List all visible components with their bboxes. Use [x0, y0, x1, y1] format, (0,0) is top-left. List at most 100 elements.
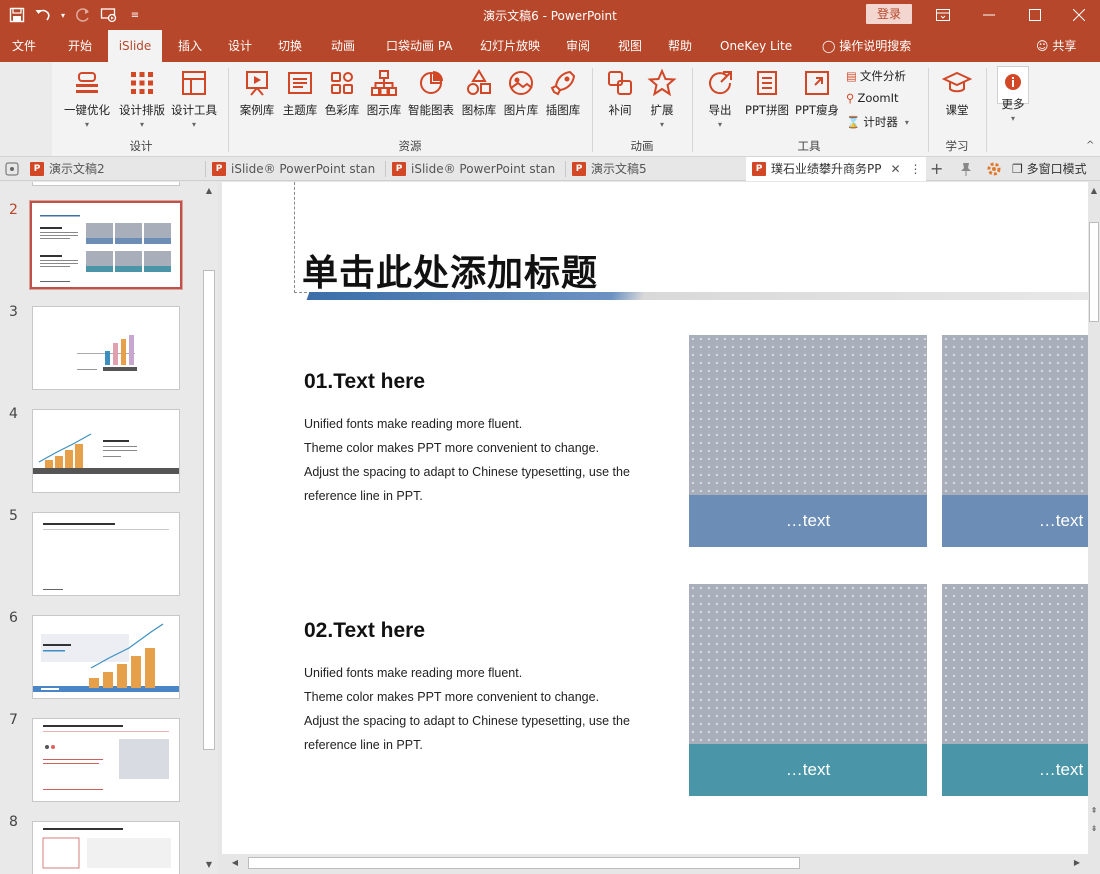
group-separator	[592, 68, 593, 152]
minimize-icon[interactable]	[966, 0, 1012, 30]
one-click-optimize-button[interactable]: 一键优化 ▾	[60, 68, 114, 129]
scrollbar-thumb[interactable]	[1089, 222, 1099, 322]
slide-preview	[77, 335, 137, 371]
slide-thumbnail[interactable]	[32, 512, 180, 596]
design-layout-button[interactable]: 设计排版 ▾	[116, 68, 168, 129]
tab-home[interactable]: 开始	[58, 30, 102, 62]
extend-button[interactable]: 扩展 ▾	[642, 68, 682, 129]
tab-pocket-animation[interactable]: 口袋动画 PA	[376, 30, 463, 62]
next-slide-icon[interactable]: ⇟	[1087, 822, 1100, 836]
tab-options-icon[interactable]: ⋮	[910, 157, 922, 181]
ppt-collage-button[interactable]: PPT拼图	[742, 68, 792, 118]
slide-number: 6	[9, 610, 18, 626]
scroll-up-icon[interactable]: ▲	[202, 184, 216, 198]
document-tab[interactable]: P 演示文稿2	[24, 157, 204, 181]
collapse-ribbon-icon[interactable]: ^	[1086, 140, 1094, 151]
tween-button[interactable]: 补间	[600, 68, 640, 118]
group-label-design: 设计	[129, 139, 153, 153]
icon-library-button[interactable]: 图标库	[458, 68, 500, 118]
document-tab-bar: P 演示文稿2 P iSlide® PowerPoint stan P iSli…	[0, 157, 1100, 181]
export-button[interactable]: 导出 ▾	[700, 68, 740, 129]
image-library-button[interactable]: 图片库	[500, 68, 542, 118]
maximize-icon[interactable]	[1012, 0, 1058, 30]
document-tab[interactable]: P 演示文稿5	[566, 157, 744, 181]
slide-thumbnail[interactable]	[32, 306, 180, 390]
card-caption: …text	[942, 495, 1088, 547]
tab-slideshow[interactable]: 幻灯片放映	[470, 30, 550, 62]
zoomit-button[interactable]: ⚲ ZoomIt	[846, 91, 899, 105]
tab-help[interactable]: 帮助	[658, 30, 702, 62]
document-tab[interactable]: P iSlide® PowerPoint stan	[386, 157, 564, 181]
section-body[interactable]: Unified fonts make reading more fluent. …	[304, 412, 630, 508]
settings-gear-icon[interactable]	[986, 161, 1002, 180]
tab-islide[interactable]: iSlide	[108, 30, 162, 62]
thumbnail-scrollbar[interactable]: ▲ ▼	[201, 182, 217, 874]
graduation-cap-icon	[942, 71, 972, 93]
scroll-up-icon[interactable]: ▲	[1087, 184, 1100, 198]
design-tools-button[interactable]: 设计工具 ▾	[168, 68, 220, 129]
document-tab-active[interactable]: P 璞石业绩攀升商务PP ✕ ⋮	[746, 157, 926, 181]
multi-window-mode-button[interactable]: ❐ 多窗口模式	[1012, 157, 1087, 181]
color-library-button[interactable]: 色彩库	[321, 68, 363, 118]
design-tools-icon	[182, 71, 206, 95]
slide-canvas[interactable]: 单击此处添加标题 01.Text here Unified fonts make…	[222, 182, 1088, 854]
slide-thumbnail[interactable]	[32, 615, 180, 699]
collage-icon	[757, 71, 777, 95]
file-analysis-button[interactable]: ▤ 文件分析	[846, 68, 906, 84]
slide-title[interactable]: 单击此处添加标题	[302, 244, 598, 296]
slide-thumbnail-selected[interactable]	[29, 200, 183, 290]
section-heading[interactable]: 01.Text here	[304, 370, 425, 394]
slide-vertical-scrollbar[interactable]: ▲ ⇞ ⇟	[1088, 182, 1100, 854]
image-card[interactable]: …text	[689, 584, 927, 796]
tab-onekey-lite[interactable]: OneKey Lite	[710, 30, 802, 62]
pin-icon[interactable]	[958, 161, 974, 180]
slide-thumbnail[interactable]	[32, 409, 180, 493]
image-card[interactable]: …text	[689, 335, 927, 547]
tab-file[interactable]: 文件	[2, 30, 46, 62]
more-button[interactable]: 更多 ▾	[995, 72, 1031, 123]
case-library-button[interactable]: 案例库	[236, 68, 278, 118]
diagram-library-button[interactable]: 图示库	[363, 68, 405, 118]
illustration-library-button[interactable]: 插图库	[542, 68, 584, 118]
timer-button[interactable]: ⌛ 计时器 ▾	[846, 114, 909, 130]
scrollbar-thumb[interactable]	[203, 270, 215, 750]
chevron-down-icon: ▾	[1010, 114, 1015, 123]
previous-slide-icon[interactable]: ⇞	[1087, 804, 1100, 818]
palette-icon	[331, 72, 353, 94]
tab-review[interactable]: 审阅	[556, 30, 600, 62]
share-button[interactable]: ☺ 共享	[1036, 30, 1076, 62]
slide-horizontal-scrollbar[interactable]: ◀ ▶	[226, 854, 1086, 872]
tab-menu-icon[interactable]	[4, 161, 20, 177]
tab-design[interactable]: 设计	[218, 30, 262, 62]
tab-view[interactable]: 视图	[608, 30, 652, 62]
smart-chart-button[interactable]: 智能图表	[406, 68, 456, 118]
timer-label: 计时器	[863, 115, 898, 129]
slide-thumbnail[interactable]	[32, 182, 180, 186]
theme-library-button[interactable]: 主题库	[279, 68, 321, 118]
ppt-slim-button[interactable]: PPT瘦身	[794, 68, 840, 118]
slide-thumbnail[interactable]	[32, 718, 180, 802]
tell-me-search[interactable]: ◯ 操作说明搜索	[812, 30, 921, 62]
image-card[interactable]: …text	[942, 584, 1088, 796]
new-tab-icon[interactable]: +	[930, 157, 943, 181]
scroll-right-icon[interactable]: ▶	[1070, 856, 1084, 870]
ribbon-display-options-icon[interactable]	[920, 0, 966, 30]
image-card[interactable]: …text	[942, 335, 1088, 547]
tab-transitions[interactable]: 切换	[268, 30, 312, 62]
login-button[interactable]: 登录	[866, 4, 912, 24]
scroll-left-icon[interactable]: ◀	[228, 856, 242, 870]
close-icon[interactable]	[1056, 0, 1100, 30]
body-line: Theme color makes PPT more convenient to…	[304, 690, 600, 704]
section-heading[interactable]: 02.Text here	[304, 619, 425, 643]
scroll-down-icon[interactable]: ▼	[202, 858, 216, 872]
scrollbar-thumb[interactable]	[248, 857, 800, 869]
multi-window-label: 多窗口模式	[1026, 162, 1087, 176]
close-tab-icon[interactable]: ✕	[890, 157, 900, 181]
slide-number: 4	[9, 406, 18, 422]
document-tab[interactable]: P iSlide® PowerPoint stan	[206, 157, 384, 181]
tab-animations[interactable]: 动画	[321, 30, 365, 62]
tab-insert[interactable]: 插入	[168, 30, 212, 62]
slide-thumbnail[interactable]	[32, 821, 180, 874]
section-body[interactable]: Unified fonts make reading more fluent. …	[304, 661, 630, 757]
classroom-button[interactable]: 课堂	[938, 68, 976, 118]
